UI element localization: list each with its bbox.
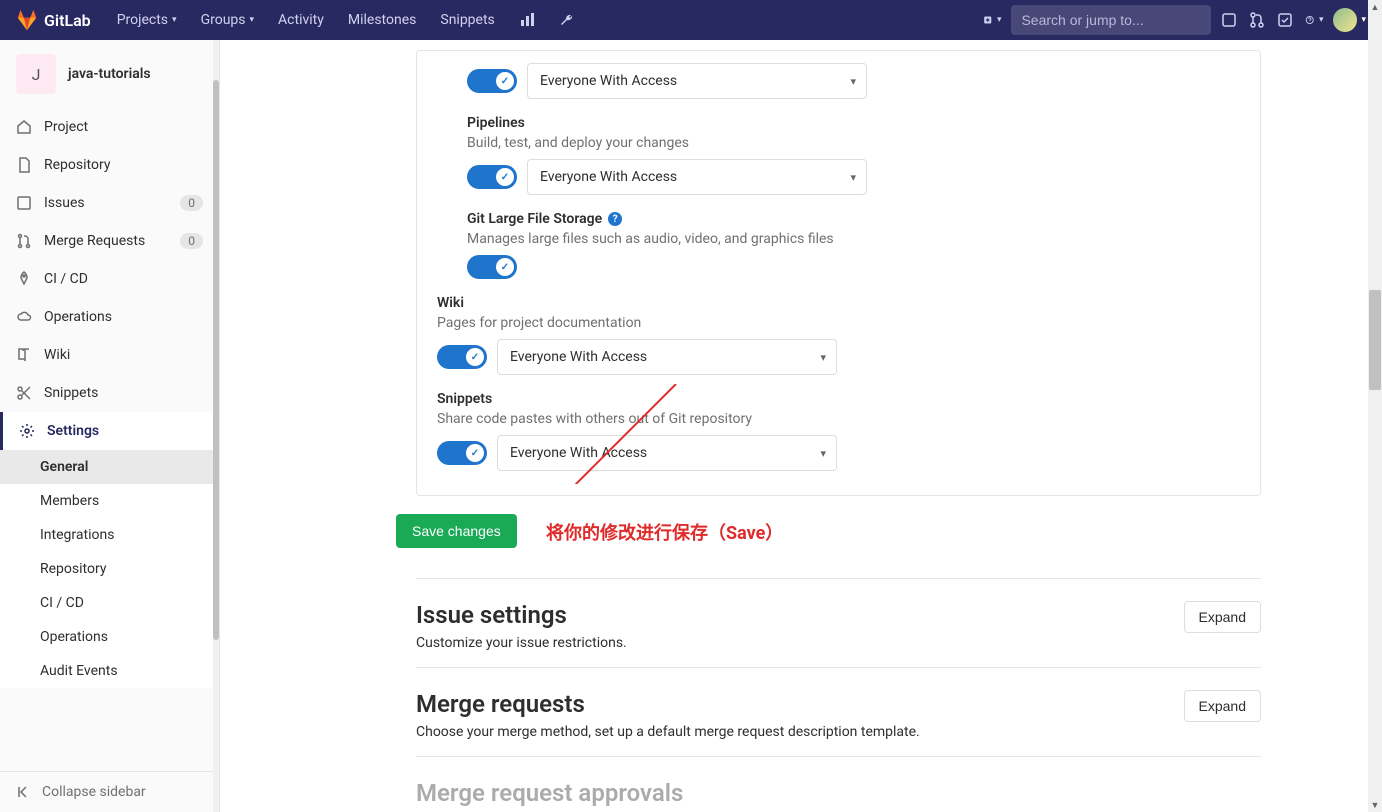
select-pipelines[interactable]: Everyone With Access	[527, 159, 867, 195]
nav-milestones[interactable]: Milestones	[338, 4, 427, 36]
issue-icon	[16, 195, 32, 211]
top-navbar: GitLab Projects▾ Groups▾ Activity Milest…	[0, 0, 1382, 40]
permission-row-snippets: Snippets Share code pastes with others o…	[437, 379, 1240, 475]
setting-title: Snippets	[437, 391, 1240, 407]
subitem-general[interactable]: General	[0, 450, 219, 484]
select-wiki[interactable]: Everyone With Access	[497, 339, 837, 375]
scroll-down-icon[interactable]: ▼	[1368, 798, 1382, 812]
setting-desc: Pages for project documentation	[437, 315, 1240, 331]
sidebar: J java-tutorials Project Repository Issu…	[0, 40, 220, 812]
sidebar-item-settings[interactable]: Settings	[0, 412, 219, 450]
toggle-pipelines[interactable]	[467, 165, 517, 189]
sidebar-item-cicd[interactable]: CI / CD	[0, 260, 219, 298]
sidebar-scrollbar-thumb[interactable]	[213, 80, 219, 640]
sidebar-item-repository[interactable]: Repository	[0, 146, 219, 184]
nav-wrench-icon[interactable]	[549, 4, 585, 36]
save-button[interactable]: Save changes	[396, 514, 517, 548]
section-title: Merge requests	[416, 690, 1184, 718]
subitem-members[interactable]: Members	[0, 484, 219, 518]
sidebar-item-merge-requests[interactable]: Merge Requests0	[0, 222, 219, 260]
permission-row-0: Everyone With Access	[437, 51, 1240, 103]
section-merge-requests: Merge requests Choose your merge method,…	[416, 667, 1261, 756]
subitem-audit-events[interactable]: Audit Events	[0, 654, 219, 688]
nav-snippets[interactable]: Snippets	[430, 4, 504, 36]
search-input[interactable]	[1021, 12, 1202, 28]
select-snippets[interactable]: Everyone With Access	[497, 435, 837, 471]
toggle-lfs[interactable]	[467, 255, 517, 279]
setting-desc: Share code pastes with others out of Git…	[437, 411, 1240, 427]
expand-button-mr[interactable]: Expand	[1184, 690, 1261, 722]
page-scrollbar[interactable]: ▲ ▼	[1368, 0, 1382, 812]
subitem-integrations[interactable]: Integrations	[0, 518, 219, 552]
setting-desc: Build, test, and deploy your changes	[467, 135, 1240, 151]
setting-title: Git Large File Storage ?	[467, 211, 1240, 227]
issues-badge: 0	[180, 195, 203, 211]
project-header[interactable]: J java-tutorials	[0, 40, 219, 108]
nav-groups[interactable]: Groups▾	[191, 4, 264, 36]
toggle-wiki[interactable]	[437, 345, 487, 369]
sidebar-item-wiki[interactable]: Wiki	[0, 336, 219, 374]
doc-icon	[16, 157, 32, 173]
avatar	[1333, 8, 1357, 32]
collapse-icon	[16, 784, 32, 800]
annotation-text: 将你的修改进行保存（Save）	[546, 519, 783, 545]
search-box[interactable]	[1011, 5, 1211, 35]
section-title: Issue settings	[416, 601, 1184, 629]
help-icon[interactable]: ?	[608, 212, 622, 226]
toggle-snippets[interactable]	[437, 441, 487, 465]
setting-title: Pipelines	[467, 115, 1240, 131]
scroll-up-icon[interactable]: ▲	[1368, 0, 1382, 14]
issues-icon[interactable]	[1221, 12, 1239, 28]
permission-row-lfs: Git Large File Storage ? Manages large f…	[437, 199, 1240, 283]
permissions-block: Everyone With Access Pipelines Build, te…	[416, 50, 1261, 496]
permission-row-wiki: Wiki Pages for project documentation Eve…	[437, 283, 1240, 379]
rocket-icon	[16, 271, 32, 287]
gitlab-logo[interactable]: GitLab	[16, 9, 91, 31]
sidebar-item-operations[interactable]: Operations	[0, 298, 219, 336]
select-0[interactable]: Everyone With Access	[527, 63, 867, 99]
setting-title: Wiki	[437, 295, 1240, 311]
mr-badge: 0	[180, 233, 203, 249]
section-title: Merge request approvals	[416, 779, 1261, 807]
home-icon	[16, 119, 32, 135]
nav-activity[interactable]: Activity	[268, 4, 334, 36]
cloud-icon	[16, 309, 32, 325]
book-icon	[16, 347, 32, 363]
collapse-sidebar[interactable]: Collapse sidebar	[0, 771, 219, 812]
help-dropdown[interactable]: ▾	[1305, 12, 1323, 28]
gitlab-icon	[16, 9, 38, 31]
section-issue-settings: Issue settings Customize your issue rest…	[416, 578, 1261, 667]
page-scrollbar-thumb[interactable]	[1369, 290, 1381, 390]
plus-dropdown[interactable]: ▾	[983, 12, 1001, 28]
merge-requests-icon[interactable]	[1249, 12, 1267, 28]
section-desc: Customize your issue restrictions.	[416, 635, 1184, 651]
scissors-icon	[16, 385, 32, 401]
subitem-cicd[interactable]: CI / CD	[0, 586, 219, 620]
nav-projects[interactable]: Projects▾	[107, 4, 187, 36]
sidebar-item-issues[interactable]: Issues0	[0, 184, 219, 222]
subitem-operations[interactable]: Operations	[0, 620, 219, 654]
user-menu[interactable]: ▾	[1333, 8, 1366, 32]
setting-desc: Manages large files such as audio, video…	[467, 231, 1240, 247]
sidebar-item-snippets[interactable]: Snippets	[0, 374, 219, 412]
toggle-0[interactable]	[467, 69, 517, 93]
section-desc: Choose your merge method, set up a defau…	[416, 724, 1184, 740]
subitem-repository[interactable]: Repository	[0, 552, 219, 586]
permission-row-pipelines: Pipelines Build, test, and deploy your c…	[437, 103, 1240, 199]
project-avatar: J	[16, 54, 56, 94]
gear-icon	[19, 423, 35, 439]
todos-icon[interactable]	[1277, 12, 1295, 28]
nav-chart-icon[interactable]	[509, 4, 545, 36]
main-content: Everyone With Access Pipelines Build, te…	[220, 40, 1382, 812]
section-mr-approvals: Merge request approvals	[416, 756, 1261, 812]
expand-button-issue[interactable]: Expand	[1184, 601, 1261, 633]
merge-icon	[16, 233, 32, 249]
project-name: java-tutorials	[68, 66, 151, 82]
sidebar-item-project[interactable]: Project	[0, 108, 219, 146]
